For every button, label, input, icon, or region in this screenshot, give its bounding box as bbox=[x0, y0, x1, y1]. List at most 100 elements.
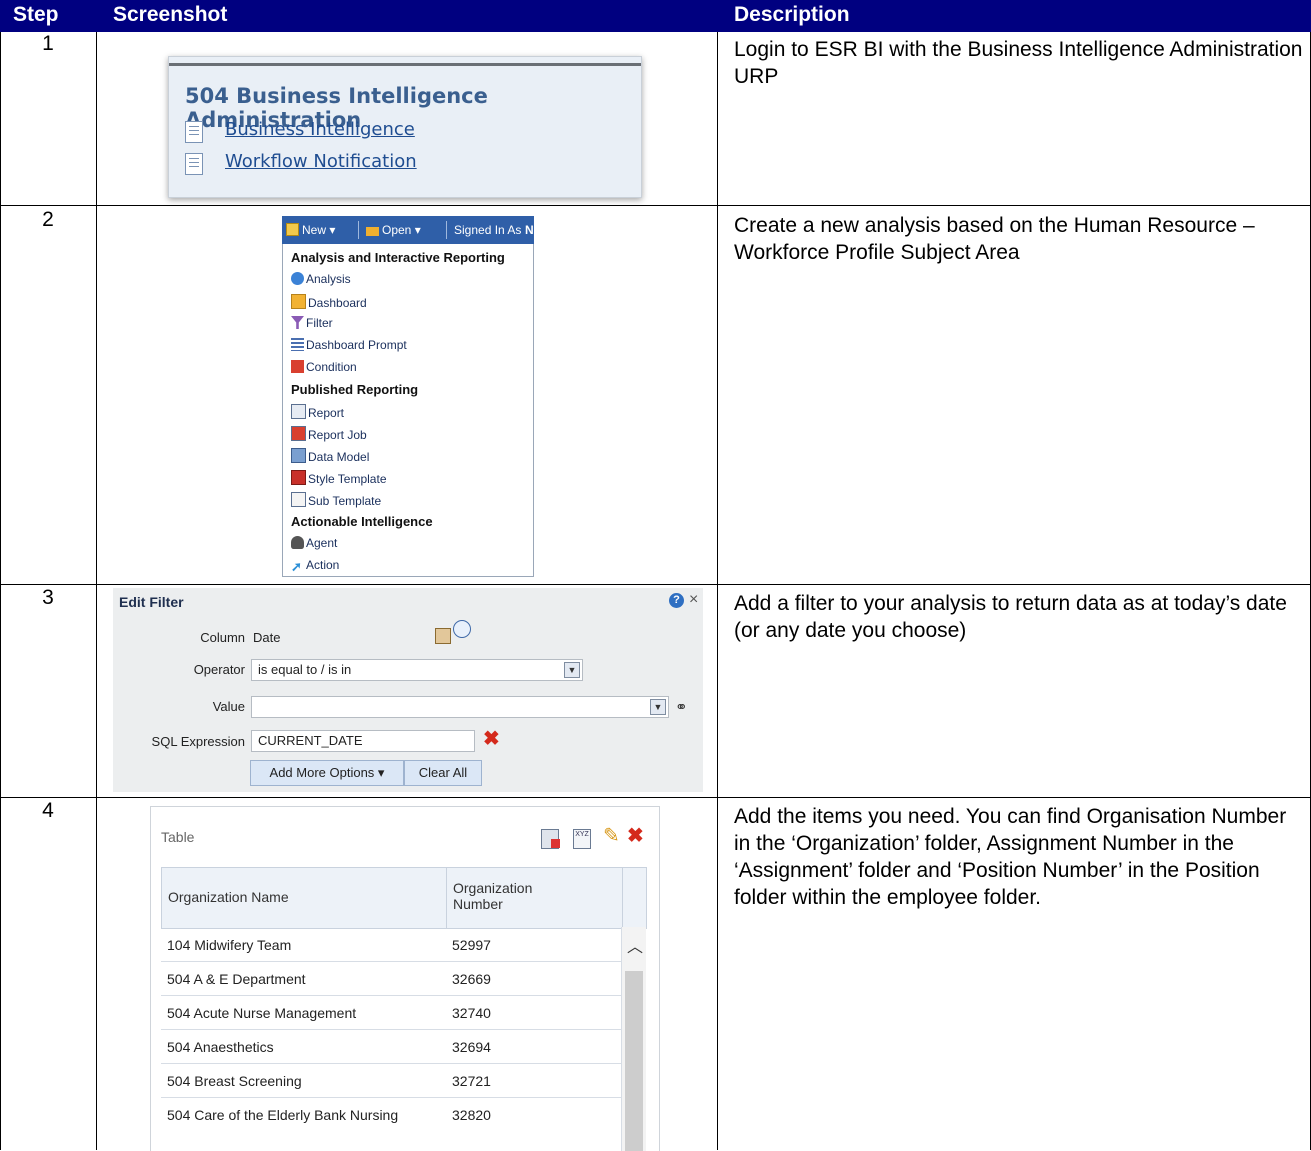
menu-item-action[interactable]: ➚ Action bbox=[291, 558, 339, 573]
agent-icon bbox=[291, 536, 304, 549]
open-button[interactable]: Open ▾ bbox=[366, 223, 421, 237]
menu-item-agent[interactable]: Agent bbox=[291, 536, 337, 550]
column-value: Date bbox=[253, 630, 281, 645]
menu-item-style-template[interactable]: Style Template bbox=[291, 470, 387, 486]
calendar-clock-icon[interactable] bbox=[453, 620, 471, 638]
table-cell: 32740 bbox=[452, 1005, 491, 1021]
vertical-scrollbar[interactable]: ︿ bbox=[621, 927, 646, 1151]
table-cell: 504 Care of the Elderly Bank Nursing bbox=[167, 1107, 399, 1123]
value-label: Value bbox=[212, 699, 245, 714]
row-divider bbox=[161, 1029, 621, 1030]
folder-icon bbox=[366, 227, 379, 236]
value-input[interactable]: ▼ bbox=[251, 696, 669, 718]
column-header[interactable]: Organization Name bbox=[161, 867, 447, 929]
toolbar-separator bbox=[358, 221, 359, 239]
format-badge-icon bbox=[551, 839, 560, 848]
table-header: Step Screenshot Description bbox=[0, 0, 1311, 32]
add-more-options-button[interactable]: Add More Options ▾ bbox=[250, 760, 404, 786]
delete-icon[interactable]: ✖ bbox=[483, 729, 500, 749]
row-divider bbox=[161, 1097, 621, 1098]
row-divider bbox=[161, 995, 621, 996]
filter-icon bbox=[291, 316, 304, 329]
row-divider bbox=[161, 1063, 621, 1064]
chevron-down-icon: ▼ bbox=[650, 699, 666, 715]
new-menu-screenshot: New ▾ Open ▾ Signed In As N Analysis and… bbox=[282, 216, 534, 577]
menu-item-report[interactable]: Report bbox=[291, 404, 344, 420]
global-toolbar: New ▾ Open ▾ Signed In As N bbox=[282, 216, 534, 244]
table-cell: 504 A & E Department bbox=[167, 971, 306, 987]
new-button[interactable]: New ▾ bbox=[286, 223, 335, 237]
menu-heading: Analysis and Interactive Reporting bbox=[291, 250, 505, 265]
menu-item-filter[interactable]: Filter bbox=[291, 316, 333, 330]
analysis-icon bbox=[291, 272, 304, 285]
pencil-icon[interactable]: ✎ bbox=[603, 825, 620, 847]
toolbar-separator bbox=[446, 221, 447, 239]
header-screenshot: Screenshot bbox=[113, 3, 228, 26]
properties-icon[interactable]: XYZ bbox=[573, 829, 591, 849]
table-cell: 104 Midwifery Team bbox=[167, 937, 292, 953]
document-icon bbox=[185, 121, 203, 143]
style-template-icon bbox=[291, 470, 306, 485]
table-cell: 32694 bbox=[452, 1039, 491, 1055]
row-divider bbox=[0, 584, 1311, 585]
chevron-up-icon[interactable]: ︿ bbox=[627, 933, 643, 957]
condition-icon bbox=[291, 360, 304, 373]
grid-line bbox=[96, 32, 97, 1150]
close-icon[interactable]: × bbox=[689, 591, 698, 609]
sql-expression-field[interactable]: CURRENT_DATE bbox=[251, 730, 475, 752]
step-number: 2 bbox=[42, 208, 54, 231]
step-description: Add a filter to your analysis to return … bbox=[734, 592, 1287, 642]
step-number: 3 bbox=[42, 586, 54, 609]
step-description: Add the items you need. You can find Org… bbox=[734, 805, 1287, 909]
action-icon: ➚ bbox=[291, 559, 302, 574]
menu-item-report-job[interactable]: Report Job bbox=[291, 426, 367, 442]
signed-in-label: Signed In As bbox=[454, 223, 522, 237]
header-description: Description bbox=[734, 3, 850, 26]
table-view-screenshot: Table XYZ ✎ ✖ Organization Name Organiza… bbox=[150, 806, 660, 1151]
report-icon bbox=[291, 404, 306, 419]
operator-label: Operator bbox=[193, 662, 245, 677]
edit-filter-dialog: Edit Filter ? × Column Date Operator is … bbox=[113, 588, 703, 792]
sql-expression-label: SQL Expression bbox=[151, 734, 245, 749]
data-model-icon bbox=[291, 448, 306, 463]
menu-heading: Published Reporting bbox=[291, 382, 419, 397]
scrollbar-thumb[interactable] bbox=[625, 971, 643, 1151]
dashboard-icon bbox=[291, 294, 306, 309]
step-number: 1 bbox=[42, 32, 54, 55]
panel-top-rule bbox=[169, 63, 641, 66]
menu-heading: Actionable Intelligence bbox=[291, 514, 433, 529]
step-description: Login to ESR BI with the Business Intell… bbox=[734, 38, 1303, 88]
menu-item-analysis[interactable]: Analysis bbox=[291, 272, 351, 286]
operator-select[interactable]: is equal to / is in ▼ bbox=[251, 659, 583, 681]
table-cell: 32669 bbox=[452, 971, 491, 987]
table-cell: 504 Breast Screening bbox=[167, 1073, 302, 1089]
column-label: Column bbox=[200, 630, 245, 645]
edit-column-icon[interactable] bbox=[435, 628, 451, 644]
row-divider bbox=[0, 797, 1311, 798]
clear-all-button[interactable]: Clear All bbox=[404, 760, 482, 786]
row-divider bbox=[161, 961, 621, 962]
table-cell: 504 Acute Nurse Management bbox=[167, 1005, 357, 1021]
menu-item-data-model[interactable]: Data Model bbox=[291, 448, 369, 464]
header-step: Step bbox=[13, 3, 59, 26]
row-divider bbox=[0, 205, 1311, 206]
business-intelligence-link[interactable]: Business Intelligence bbox=[225, 119, 415, 140]
menu-item-sub-template[interactable]: Sub Template bbox=[291, 492, 381, 508]
document-icon bbox=[185, 153, 203, 175]
menu-item-dashboard-prompt[interactable]: Dashboard Prompt bbox=[291, 338, 407, 352]
help-icon[interactable]: ? bbox=[669, 593, 684, 608]
signed-in-user: N bbox=[525, 223, 534, 237]
sub-template-icon bbox=[291, 492, 306, 507]
workflow-notification-link[interactable]: Workflow Notification bbox=[225, 151, 417, 172]
report-job-icon bbox=[291, 426, 306, 441]
binoculars-icon[interactable]: ⚭ bbox=[675, 698, 688, 716]
menu-item-dashboard[interactable]: Dashboard bbox=[291, 294, 367, 310]
prompt-icon bbox=[291, 338, 304, 351]
view-title: Table bbox=[161, 829, 195, 845]
new-dropdown-menu: Analysis and Interactive Reporting Analy… bbox=[282, 244, 534, 577]
step-number: 4 bbox=[42, 799, 54, 822]
column-header[interactable]: Organization Number bbox=[446, 867, 623, 929]
menu-item-condition[interactable]: Condition bbox=[291, 360, 357, 374]
step-description: Create a new analysis based on the Human… bbox=[734, 214, 1255, 264]
delete-icon[interactable]: ✖ bbox=[627, 825, 644, 847]
